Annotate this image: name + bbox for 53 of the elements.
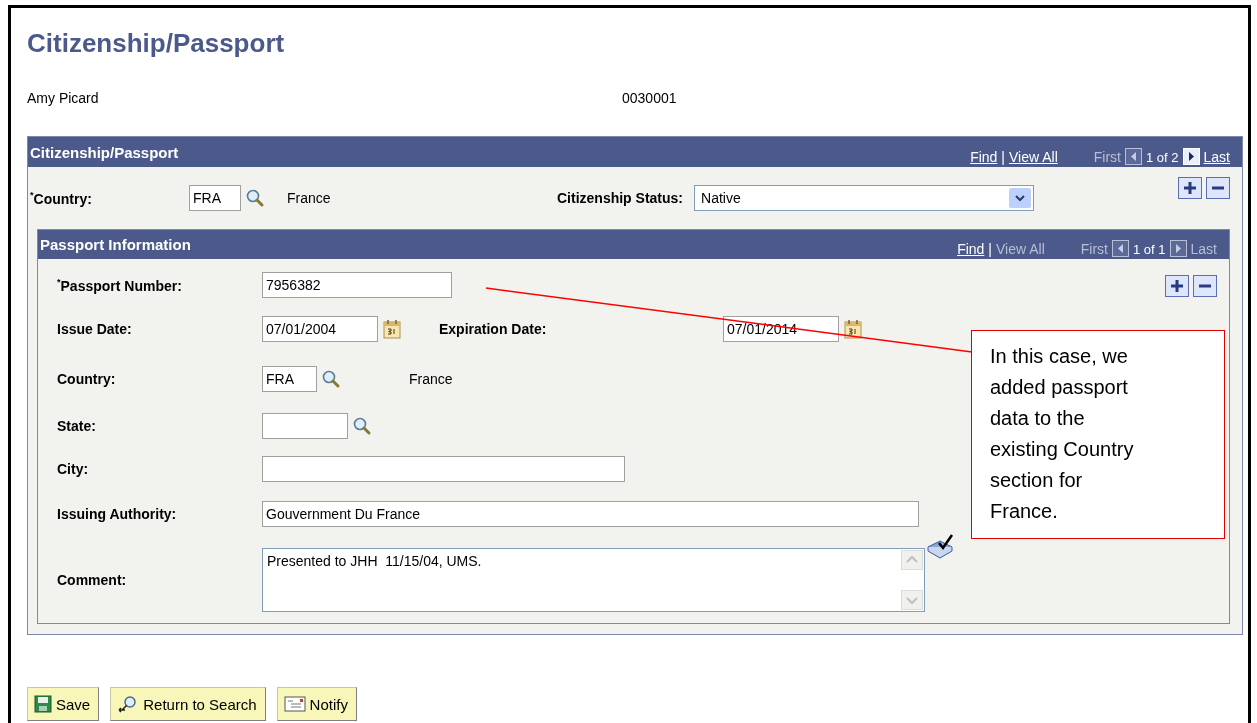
section-title: Passport Information <box>40 236 192 253</box>
callout-text: In this case, we added passport data to the existing Country section for France. <box>990 344 1135 524</box>
field-label: Expiration Date: <box>439 321 548 337</box>
page-count: 1 of 2 <box>1146 150 1179 165</box>
field-label: $^{*}$Passport Number: <box>57 276 183 294</box>
country-description: France <box>287 190 332 206</box>
field-label: Country: <box>57 370 117 387</box>
calendar-icon[interactable] <box>844 319 862 339</box>
employee-id: 0030001 <box>622 90 677 108</box>
spell-check-icon[interactable] <box>925 533 955 559</box>
employee-name: Amy Picard <box>27 90 100 108</box>
input-field[interactable]: FRA <box>189 185 241 211</box>
input-field[interactable] <box>262 412 348 439</box>
nav-link[interactable]: Last <box>1190 241 1217 257</box>
field-label: Issue Date: <box>57 321 133 337</box>
search-icon[interactable] <box>352 415 372 436</box>
separator: | <box>1001 149 1005 165</box>
add-row-button[interactable] <box>1178 177 1202 199</box>
nav-link[interactable]: View All <box>996 241 1045 257</box>
save-button[interactable]: Save <box>27 687 100 721</box>
input-field[interactable] <box>262 456 625 482</box>
delete-row-button[interactable] <box>1193 275 1217 297</box>
delete-row-button[interactable] <box>1206 177 1230 199</box>
nav-link[interactable]: View All <box>1009 149 1058 165</box>
field-label: $^{*}$Country: <box>30 189 93 207</box>
return-to-search-button[interactable]: Return to Search <box>110 687 266 721</box>
notify-button[interactable]: Notify <box>276 687 357 721</box>
country-description: France <box>409 370 453 387</box>
add-row-button[interactable] <box>1165 275 1189 297</box>
page-title: Citizenship/Passport <box>27 28 286 60</box>
page-count: 1 of 1 <box>1133 242 1166 257</box>
calendar-icon[interactable] <box>383 319 401 339</box>
nav-link[interactable]: First <box>1093 149 1121 165</box>
search-icon[interactable] <box>245 188 265 208</box>
input-field[interactable]: 7956382 <box>262 272 452 298</box>
field-label: Citizenship Status: <box>557 190 683 206</box>
field-label: State: <box>57 417 97 434</box>
section-title: Citizenship/Passport <box>30 143 180 161</box>
nav-link[interactable]: First <box>1080 241 1108 257</box>
nav-link[interactable]: Find <box>970 149 998 165</box>
nav-link[interactable]: Find <box>957 241 985 257</box>
field-label: City: <box>57 461 90 477</box>
field-label: Comment: <box>57 572 128 588</box>
field-label: Issuing Authority: <box>57 506 178 522</box>
separator: | <box>988 241 992 257</box>
nav-link[interactable]: Last <box>1203 149 1230 165</box>
date-field[interactable]: 07/01/2014 <box>723 316 839 342</box>
date-field[interactable]: 07/01/2004 <box>262 316 378 342</box>
status-dropdown[interactable]: Native <box>694 185 1034 211</box>
envelope-icon <box>283 695 306 713</box>
input-field[interactable]: Gouvernment Du France <box>262 501 919 527</box>
search-icon[interactable] <box>321 368 341 389</box>
input-field[interactable]: FRA <box>262 365 317 392</box>
